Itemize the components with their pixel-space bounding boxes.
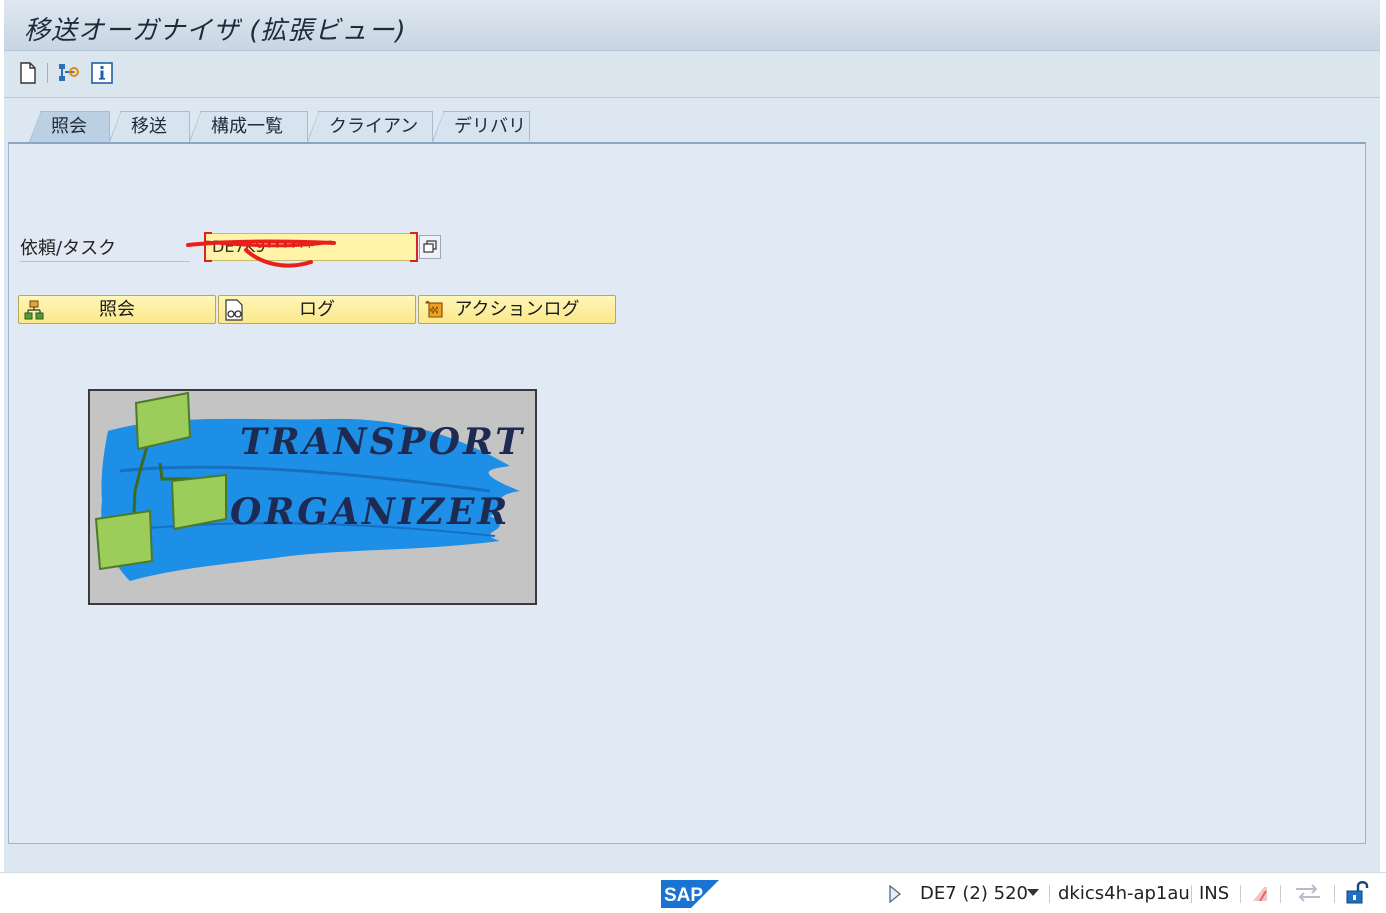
unlock-icon[interactable] xyxy=(1344,879,1370,905)
request-task-label: 依頼/タスク xyxy=(20,236,190,262)
application-toolbar xyxy=(4,51,1380,98)
tab-label: 照会 xyxy=(51,116,87,137)
value-help-button[interactable] xyxy=(419,235,441,259)
status-bar: SAP DE7 (2) 520 dkics4h-ap1au INS xyxy=(0,872,1386,913)
status-separator xyxy=(1334,885,1335,903)
log-glasses-icon xyxy=(225,299,243,321)
tab-delivery[interactable]: デリバリ xyxy=(432,111,530,142)
action-log-scroll-icon xyxy=(425,300,443,318)
status-separator xyxy=(1240,885,1241,903)
server-name: dkics4h-ap1au xyxy=(1058,883,1190,904)
action-log-button[interactable]: アクションログ xyxy=(418,295,616,324)
chevron-down-icon[interactable] xyxy=(1027,889,1039,897)
hierarchy-settings-icon[interactable] xyxy=(57,61,81,85)
new-document-icon[interactable] xyxy=(16,61,40,85)
status-separator xyxy=(1280,885,1281,903)
transport-organizer-logo: TRANSPORT ORGANIZER xyxy=(88,389,537,605)
tab-client[interactable]: クライアント xyxy=(307,111,433,167)
transfer-arrows-icon xyxy=(1296,884,1320,902)
sap-logo-text: SAP xyxy=(664,885,703,906)
log-button-label: ログ xyxy=(299,299,335,320)
logo-line-1: TRANSPORT xyxy=(240,421,526,463)
tab-transport[interactable]: 移送 xyxy=(109,111,190,142)
status-separator xyxy=(1191,885,1192,903)
insert-mode: INS xyxy=(1199,883,1230,904)
tab-label: 構成一覧 xyxy=(211,116,283,137)
display-button-label: 照会 xyxy=(99,299,135,320)
tab-display[interactable]: 照会 xyxy=(29,111,110,142)
display-button[interactable]: 照会 xyxy=(18,295,216,324)
copy-window-icon xyxy=(423,240,437,253)
tab-configuration-list[interactable]: 構成一覧 xyxy=(189,111,308,142)
hierarchy-icon xyxy=(24,300,44,320)
graphic-indicator-icon xyxy=(1253,887,1267,902)
logo-line-2: ORGANIZER xyxy=(230,491,511,533)
action-log-button-label: アクションログ xyxy=(454,299,580,320)
window-title: 移送オーガナイザ (拡張ビュー) xyxy=(24,16,407,46)
log-button[interactable]: ログ xyxy=(218,295,416,324)
toolbar-separator xyxy=(47,63,48,83)
title-bar: 移送オーガナイザ (拡張ビュー) xyxy=(4,0,1380,51)
request-task-input[interactable]: DE7K9****** xyxy=(204,232,418,262)
play-triangle-icon[interactable] xyxy=(888,885,902,903)
tab-label: デリバリ xyxy=(454,116,526,137)
tab-label: 移送 xyxy=(131,116,167,137)
sap-logo-icon: SAP xyxy=(661,880,719,908)
status-separator xyxy=(1049,885,1050,903)
info-icon[interactable] xyxy=(90,61,114,85)
system-info: DE7 (2) 520 xyxy=(920,883,1028,904)
